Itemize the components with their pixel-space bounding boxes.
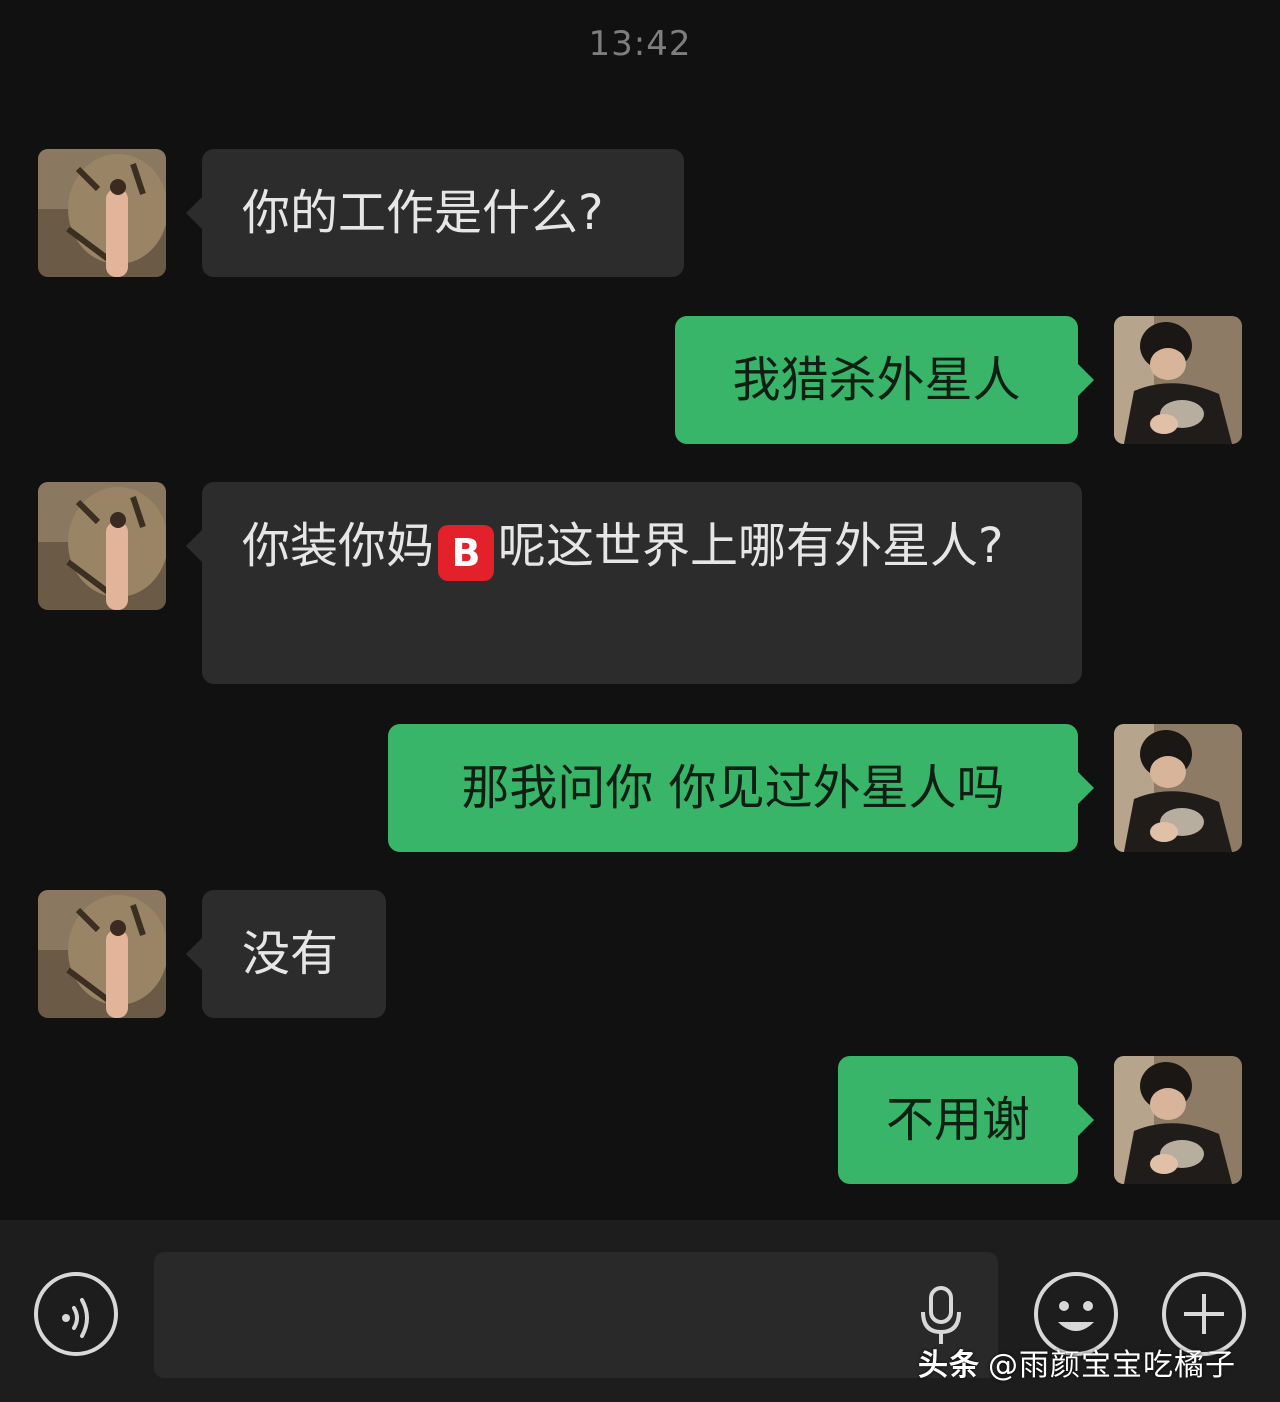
contact-avatar[interactable]	[38, 149, 166, 277]
microphone-icon	[921, 1286, 961, 1344]
message-text: 你装你妈	[242, 518, 435, 574]
voice-icon	[34, 1272, 118, 1356]
message-text: 我猎杀外星人	[732, 352, 1021, 408]
incoming-message-bubble[interactable]: 没有	[186, 890, 386, 1018]
watermark-brand: 头条	[918, 1348, 980, 1383]
message-timestamp: 13:42	[588, 24, 692, 64]
outgoing-message-bubble[interactable]: 我猎杀外星人	[675, 316, 1094, 444]
voice-input-button[interactable]	[918, 1284, 964, 1348]
message-text: 你的工作是什么?	[242, 185, 604, 241]
contact-avatar[interactable]	[38, 482, 166, 610]
message-input[interactable]	[154, 1252, 998, 1378]
incoming-message-bubble[interactable]: 你的工作是什么?	[186, 149, 684, 277]
outgoing-message-bubble[interactable]: 不用谢	[838, 1056, 1094, 1184]
user-avatar[interactable]	[1114, 724, 1242, 852]
user-avatar[interactable]	[1114, 1056, 1242, 1184]
message-text: 呢这世界上哪有外星人?	[498, 518, 1004, 574]
incoming-message-bubble[interactable]: 你装你妈 B 呢这世界上哪有外星人?	[186, 482, 1082, 684]
contact-avatar[interactable]	[38, 890, 166, 1018]
voice-toggle-button[interactable]	[32, 1270, 120, 1358]
watermark-handle: @雨颜宝宝吃橘子	[988, 1348, 1236, 1383]
source-watermark: 头条 @雨颜宝宝吃橘子	[918, 1340, 1236, 1384]
user-avatar[interactable]	[1114, 316, 1242, 444]
message-text: 那我问你 你见过外星人吗	[461, 760, 1005, 816]
outgoing-message-bubble[interactable]: 那我问你 你见过外星人吗	[388, 724, 1094, 852]
message-text: 没有	[242, 926, 339, 982]
b-emoji-icon: B	[438, 525, 495, 581]
message-text: 不用谢	[885, 1092, 1030, 1148]
